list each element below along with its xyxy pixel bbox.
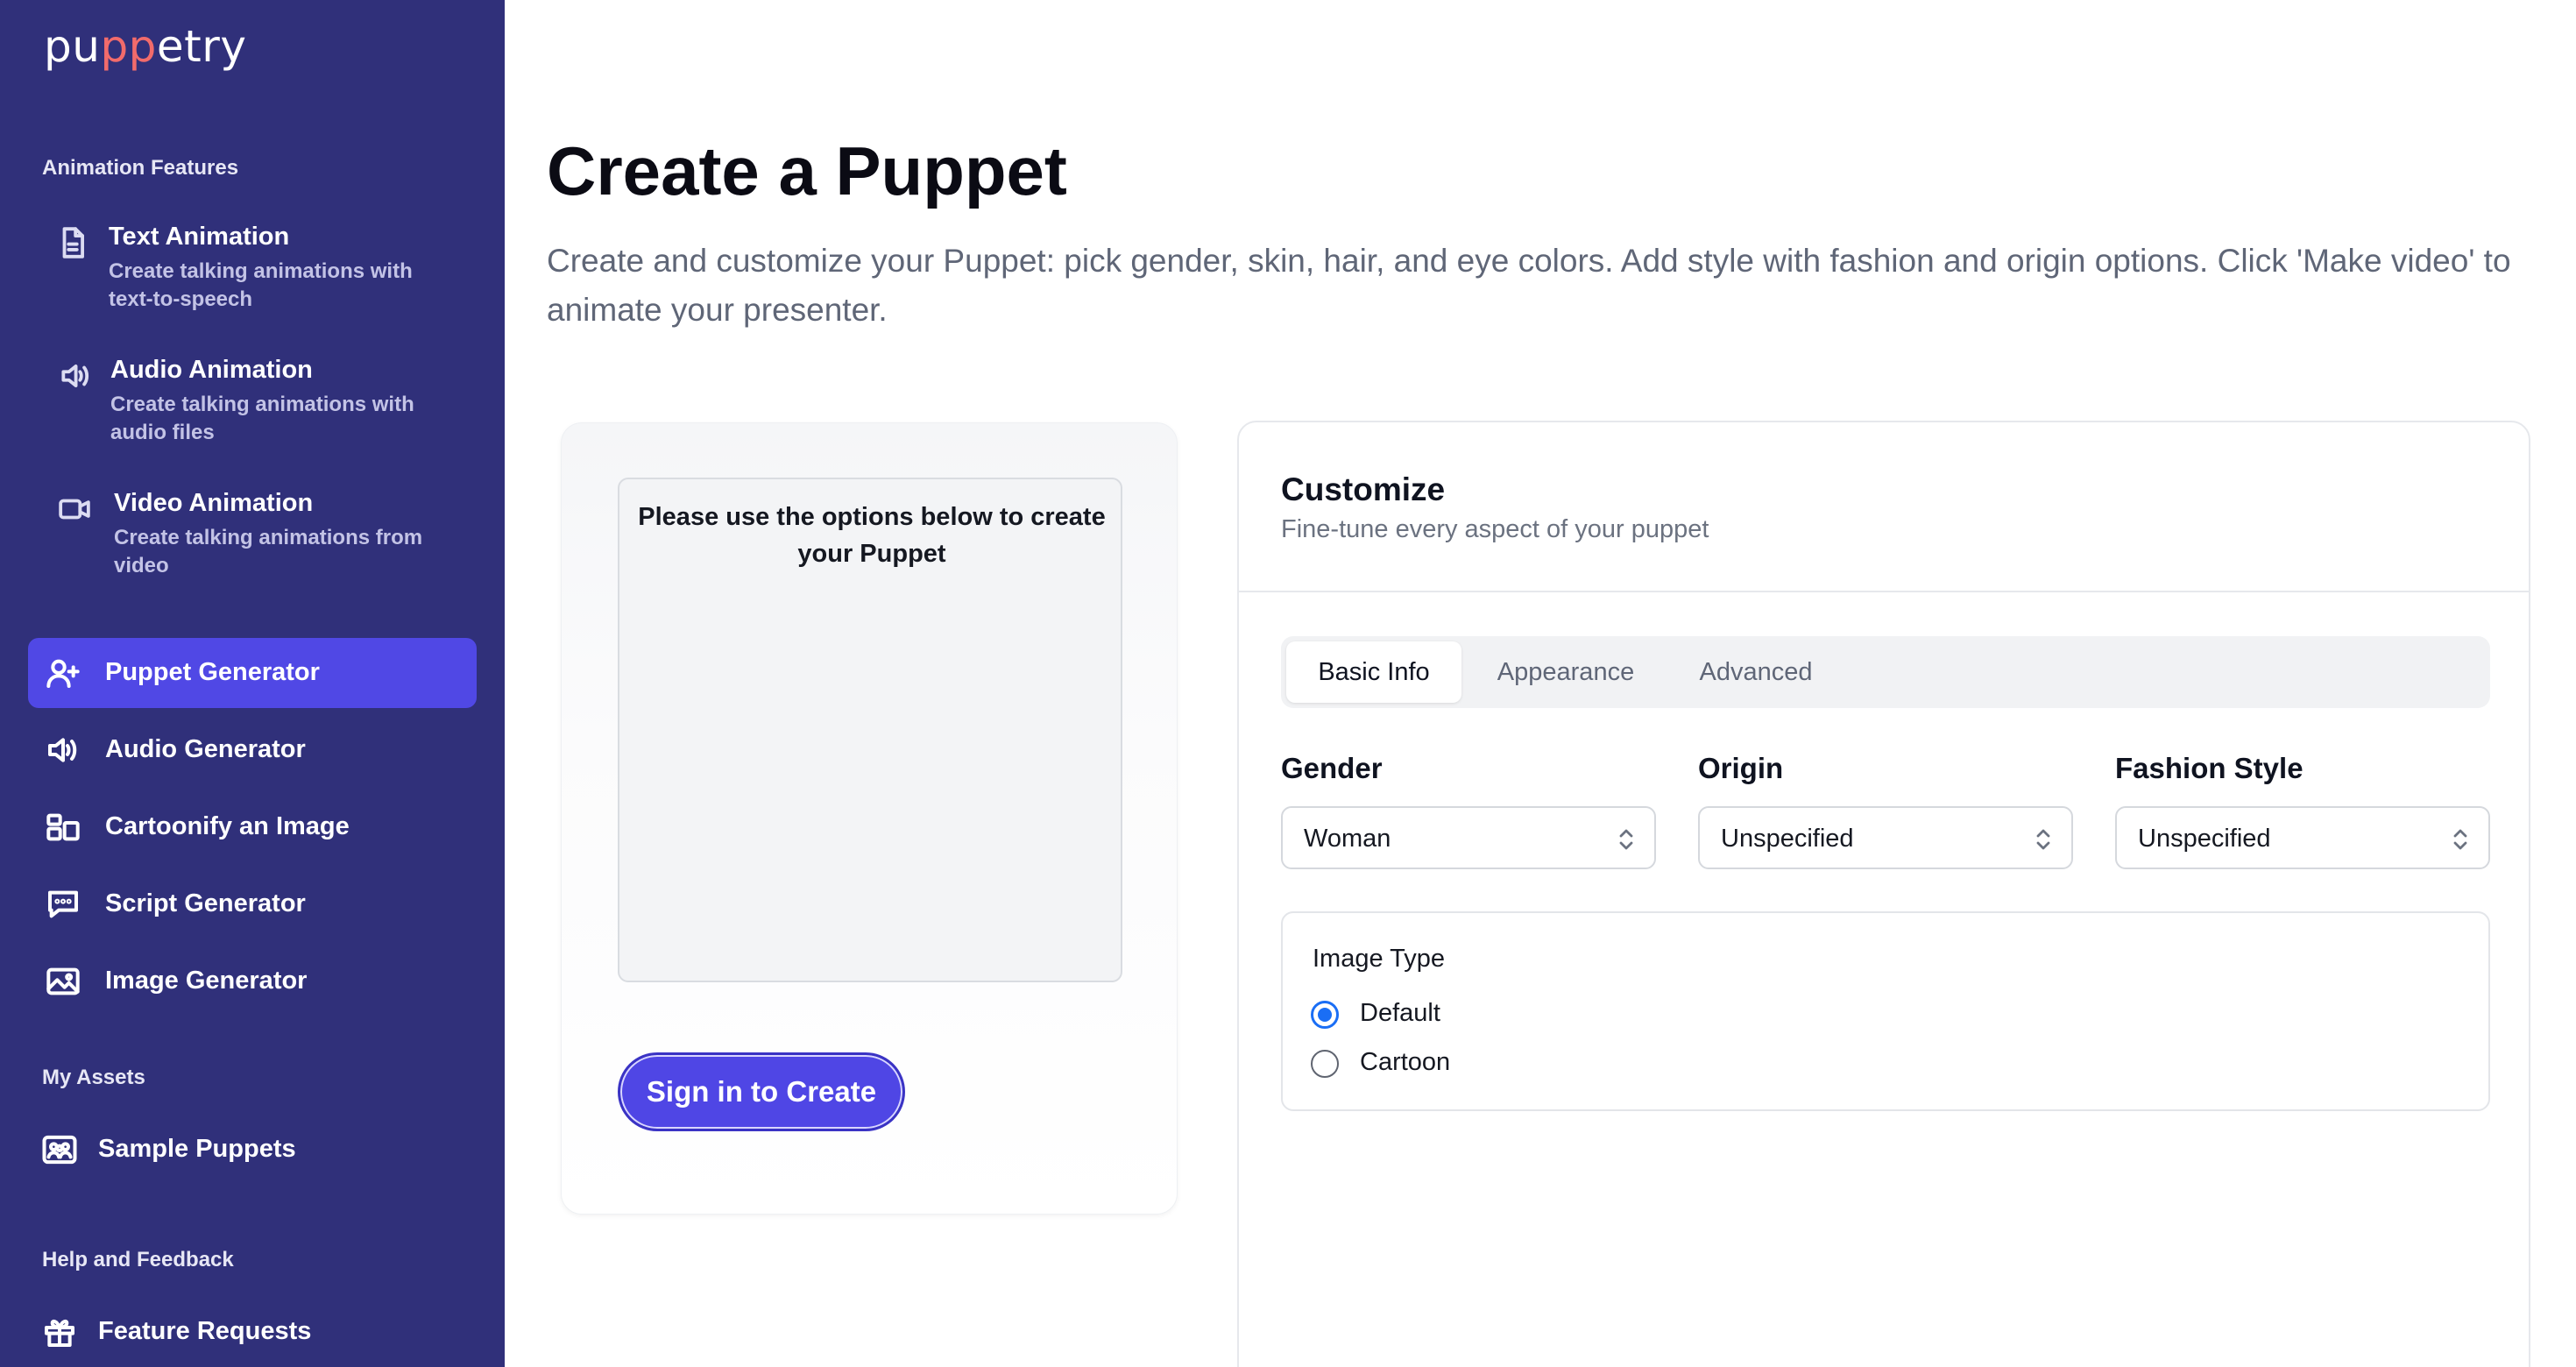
sidebar-item-label: Script Generator <box>105 889 306 917</box>
video-camera-icon <box>59 499 90 520</box>
feature-description: Create talking animations from video <box>114 526 423 577</box>
customize-title: Customize <box>1281 471 1446 507</box>
gift-icon <box>45 1319 74 1347</box>
sidebar-item-label: Feature Requests <box>98 1317 312 1345</box>
puppetry-logo[interactable]: puppetry <box>44 21 246 72</box>
user-plus-icon <box>46 659 80 688</box>
feature-title: Audio Animation <box>110 356 313 384</box>
sidebar-item-label: Puppet Generator <box>105 658 320 686</box>
select-value: Unspecified <box>1721 825 1854 853</box>
select-value: Unspecified <box>2138 825 2271 853</box>
sidebar-item-sample-puppets[interactable]: Sample Puppets <box>26 1115 475 1185</box>
section-label-help-feedback: Help and Feedback <box>42 1248 234 1271</box>
tab-list: Basic Info Appearance Advanced <box>1281 636 2490 708</box>
feature-text-animation[interactable]: Text Animation Create talking animations… <box>56 223 485 319</box>
sign-in-to-create-button[interactable]: Sign in to Create <box>618 1052 905 1131</box>
sidebar-item-label: Cartoonify an Image <box>105 812 350 840</box>
document-icon <box>62 227 84 259</box>
image-type-group: Image Type Default Cartoon <box>1281 911 2490 1111</box>
speaker-icon <box>48 738 77 762</box>
radio-button-checked[interactable] <box>1311 1001 1339 1029</box>
sidebar-item-label: Image Generator <box>105 967 308 995</box>
gender-label: Gender <box>1281 752 1383 784</box>
preview-message: Please use the options below to create y… <box>638 503 1106 568</box>
customize-card: Customize Fine-tune every aspect of your… <box>1237 421 2530 1367</box>
origin-label: Origin <box>1698 752 1784 784</box>
page-description: Create and customize your Puppet: pick g… <box>547 243 2511 328</box>
people-icon <box>42 1135 77 1165</box>
main-content: Create a Puppet Create and customize you… <box>505 0 2576 1367</box>
sidebar-item-puppet-generator[interactable]: Puppet Generator <box>28 638 477 708</box>
chevron-up-down-icon <box>1619 829 1633 850</box>
sidebar-item-image-generator[interactable]: Image Generator <box>28 946 477 1016</box>
radio-default[interactable]: Default <box>1311 997 1574 1032</box>
origin-select[interactable]: Unspecified <box>1698 806 2073 869</box>
tab-basic-info[interactable]: Basic Info <box>1286 641 1461 703</box>
puppet-preview: Please use the options below to create y… <box>618 478 1122 982</box>
chevron-up-down-icon <box>2036 829 2050 850</box>
radio-label: Cartoon <box>1360 1048 1451 1076</box>
sidebar-item-audio-generator[interactable]: Audio Generator <box>28 715 477 785</box>
feature-title: Video Animation <box>114 489 314 517</box>
section-label-animation-features: Animation Features <box>42 156 239 180</box>
tab-advanced[interactable]: Advanced <box>1670 641 1842 703</box>
tab-appearance[interactable]: Appearance <box>1468 641 1663 703</box>
speaker-icon <box>61 365 89 387</box>
gender-select[interactable]: Woman <box>1281 806 1656 869</box>
feature-description: Create talking animations with text-to-s… <box>109 259 413 311</box>
feature-title: Text Animation <box>109 223 290 251</box>
feature-audio-animation[interactable]: Audio Animation Create talking animation… <box>58 356 487 452</box>
radio-button[interactable] <box>1311 1050 1339 1078</box>
sidebar-item-label: Audio Generator <box>105 735 306 763</box>
sidebar: puppetry Animation Features Text Animati… <box>0 0 505 1367</box>
chat-bubble-icon <box>48 890 78 918</box>
divider <box>1239 591 2529 592</box>
select-value: Woman <box>1304 825 1391 853</box>
sidebar-item-label: Sample Puppets <box>98 1135 296 1163</box>
customize-subtitle: Fine-tune every aspect of your puppet <box>1281 515 1709 543</box>
page-title: Create a Puppet <box>547 132 1067 209</box>
layout-icon <box>46 813 80 841</box>
image-type-label: Image Type <box>1313 945 1446 973</box>
section-label-my-assets: My Assets <box>42 1066 145 1089</box>
radio-label: Default <box>1360 999 1440 1027</box>
sidebar-item-script-generator[interactable]: Script Generator <box>28 869 477 939</box>
sidebar-item-cartoonify[interactable]: Cartoonify an Image <box>28 792 477 862</box>
chevron-up-down-icon <box>2453 829 2467 850</box>
radio-cartoon[interactable]: Cartoon <box>1311 1046 1574 1081</box>
image-icon <box>46 967 80 995</box>
sidebar-item-feature-requests[interactable]: Feature Requests <box>26 1297 475 1367</box>
feature-video-animation[interactable]: Video Animation Create talking animation… <box>58 489 487 585</box>
preview-card: Please use the options below to create y… <box>561 422 1178 1215</box>
fashion-style-select[interactable]: Unspecified <box>2115 806 2490 869</box>
feature-description: Create talking animations with audio fil… <box>110 393 414 444</box>
fashion-style-label: Fashion Style <box>2115 752 2304 784</box>
